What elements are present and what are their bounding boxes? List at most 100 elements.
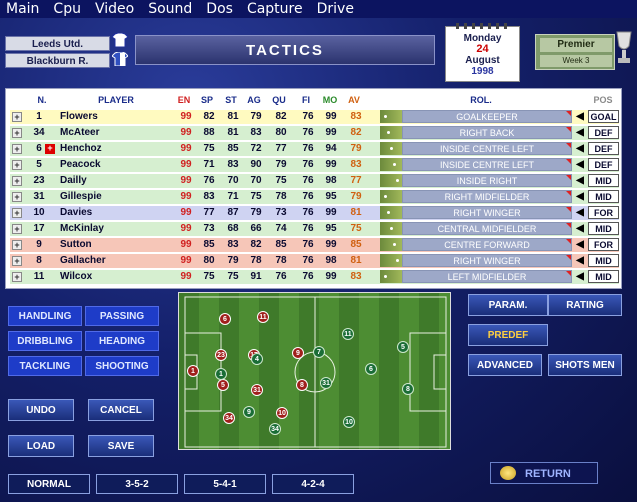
menu-drive[interactable]: Drive: [311, 0, 362, 18]
menu-capture[interactable]: Capture: [241, 0, 311, 18]
table-row[interactable]: +1 Flowers 99 82 81 79 82 76 99 83 GOALKEEPER ◀ GOAL: [10, 110, 619, 124]
arrow-left-icon[interactable]: ◀: [573, 222, 587, 235]
role-field[interactable]: RIGHT WINGER: [402, 206, 572, 219]
undo-button[interactable]: UNDO: [8, 399, 74, 421]
handling-button[interactable]: HANDLING: [8, 306, 82, 326]
home-player-marker[interactable]: 5: [217, 379, 229, 391]
cell-en: 99: [180, 271, 192, 282]
away-player-marker[interactable]: 7: [313, 346, 325, 358]
expand-icon[interactable]: +: [12, 192, 22, 202]
formation-352-button[interactable]: 3-5-2: [96, 474, 178, 494]
expand-icon[interactable]: +: [12, 256, 22, 266]
away-player-marker[interactable]: 11: [342, 328, 354, 340]
save-button[interactable]: SAVE: [88, 435, 154, 457]
home-player-marker[interactable]: 1: [187, 365, 199, 377]
shots-men-button[interactable]: SHOTS MEN: [548, 354, 622, 376]
table-row[interactable]: +10 Davies 99 77 87 79 73 76 99 81 RIGHT WINGER ◀ FO…: [10, 206, 619, 220]
formation-541-button[interactable]: 5-4-1: [184, 474, 266, 494]
away-player-marker[interactable]: 10: [343, 416, 355, 428]
pitch[interactable]: 61123179153183410117183145961034: [178, 292, 451, 450]
heading-button[interactable]: HEADING: [85, 331, 159, 351]
role-field[interactable]: INSIDE RIGHT: [402, 174, 572, 187]
arrow-left-icon[interactable]: ◀: [573, 158, 587, 171]
arrow-left-icon[interactable]: ◀: [573, 254, 587, 267]
away-player-marker[interactable]: 31: [320, 377, 332, 389]
position-badge: MID: [588, 254, 619, 267]
formation-normal-button[interactable]: NORMAL: [8, 474, 90, 494]
arrow-left-icon[interactable]: ◀: [573, 174, 587, 187]
expand-icon[interactable]: +: [12, 272, 22, 282]
table-row[interactable]: +31 Gillespie 99 83 71 75 78 76 95 79 RIGHT MIDFIE…: [10, 190, 619, 204]
away-player-marker[interactable]: 6: [365, 363, 377, 375]
away-player-marker[interactable]: 9: [243, 406, 255, 418]
table-row[interactable]: +23 Dailly 99 76 70 70 75 76 98 77 INSIDE RIGHT ◀ MI…: [10, 174, 619, 188]
home-player-marker[interactable]: 11: [257, 311, 269, 323]
menu-main[interactable]: Main: [0, 0, 47, 18]
home-player-marker[interactable]: 31: [251, 384, 263, 396]
tackling-button[interactable]: TACKLING: [8, 356, 82, 376]
away-player-marker[interactable]: 1: [215, 368, 227, 380]
role-field[interactable]: GOALKEEPER: [402, 110, 572, 123]
formation-424-button[interactable]: 4-2-4: [272, 474, 354, 494]
expand-icon[interactable]: +: [12, 128, 22, 138]
role-field[interactable]: RIGHT MIDFIELDER: [402, 190, 572, 203]
table-row[interactable]: +17 McKinlay 99 73 68 66 74 76 95 75 CENTRAL MIDFI…: [10, 222, 619, 236]
arrow-left-icon[interactable]: ◀: [573, 206, 587, 219]
menu-dos[interactable]: Dos: [200, 0, 241, 18]
away-player-marker[interactable]: 5: [397, 341, 409, 353]
role-marker: [566, 159, 571, 164]
position-dot: [384, 115, 387, 118]
arrow-left-icon[interactable]: ◀: [573, 142, 587, 155]
predef-button[interactable]: PREDEF: [468, 324, 548, 346]
away-player-marker[interactable]: 8: [402, 383, 414, 395]
away-player-marker[interactable]: 4: [251, 353, 263, 365]
expand-icon[interactable]: +: [12, 160, 22, 170]
load-button[interactable]: LOAD: [8, 435, 74, 457]
menu-cpu[interactable]: Cpu: [47, 0, 89, 18]
expand-icon[interactable]: +: [12, 144, 22, 154]
role-field[interactable]: CENTRE FORWARD: [402, 238, 572, 251]
home-player-marker[interactable]: 8: [296, 379, 308, 391]
table-row[interactable]: +9 Sutton 99 85 83 82 85 76 99 85 CENTRE FORWARD ◀ F…: [10, 238, 619, 252]
expand-icon[interactable]: +: [12, 176, 22, 186]
advanced-button[interactable]: ADVANCED: [468, 354, 542, 376]
role-field[interactable]: CENTRAL MIDFIELDER: [402, 222, 572, 235]
table-row[interactable]: +11 Wilcox 99 75 75 91 76 76 99 83 LEFT MIDFIELDER…: [10, 270, 619, 284]
expand-icon[interactable]: +: [12, 240, 22, 250]
arrow-left-icon[interactable]: ◀: [573, 190, 587, 203]
arrow-left-icon[interactable]: ◀: [573, 110, 587, 123]
role-field[interactable]: INSIDE CENTRE LEFT: [402, 142, 572, 155]
home-player-marker[interactable]: 10: [276, 407, 288, 419]
away-player-marker[interactable]: 34: [269, 423, 281, 435]
table-row[interactable]: +34 McAteer 99 88 81 83 80 76 99 82 RIGHT BACK ◀ DEF: [10, 126, 619, 140]
menu-video[interactable]: Video: [89, 0, 142, 18]
dribbling-button[interactable]: DRIBBLING: [8, 331, 82, 351]
expand-icon[interactable]: +: [12, 208, 22, 218]
passing-button[interactable]: PASSING: [85, 306, 159, 326]
param-button[interactable]: PARAM.: [468, 294, 548, 316]
table-row[interactable]: +8 Gallacher 99 80 79 78 78 76 98 81 RIGHT WINGER ◀…: [10, 254, 619, 268]
table-row[interactable]: + +6 Henchoz 99 75 85 72 77 76 94 79 INSIDE CENTRE …: [10, 142, 619, 156]
expand-icon[interactable]: +: [12, 112, 22, 122]
cell-qu: 85: [275, 239, 287, 250]
cell-st: 85: [227, 143, 239, 154]
cancel-button[interactable]: CANCEL: [88, 399, 154, 421]
menu-sound[interactable]: Sound: [142, 0, 200, 18]
expand-icon[interactable]: +: [12, 224, 22, 234]
arrow-left-icon[interactable]: ◀: [573, 238, 587, 251]
position-badge: GOAL: [588, 110, 619, 123]
home-player-marker[interactable]: 9: [292, 347, 304, 359]
arrow-left-icon[interactable]: ◀: [573, 126, 587, 139]
role-field[interactable]: RIGHT BACK: [402, 126, 572, 139]
arrow-left-icon[interactable]: ◀: [573, 270, 587, 283]
home-player-marker[interactable]: 6: [219, 313, 231, 325]
role-field[interactable]: LEFT MIDFIELDER: [402, 270, 572, 283]
role-field[interactable]: RIGHT WINGER: [402, 254, 572, 267]
home-player-marker[interactable]: 34: [223, 412, 235, 424]
rating-button[interactable]: RATING: [548, 294, 622, 316]
home-player-marker[interactable]: 23: [215, 349, 227, 361]
table-row[interactable]: +5 Peacock 99 71 83 90 79 76 99 83 INSIDE CENTRE L…: [10, 158, 619, 172]
shooting-button[interactable]: SHOOTING: [85, 356, 159, 376]
role-field[interactable]: INSIDE CENTRE LEFT: [402, 158, 572, 171]
cell-st: 83: [227, 239, 239, 250]
